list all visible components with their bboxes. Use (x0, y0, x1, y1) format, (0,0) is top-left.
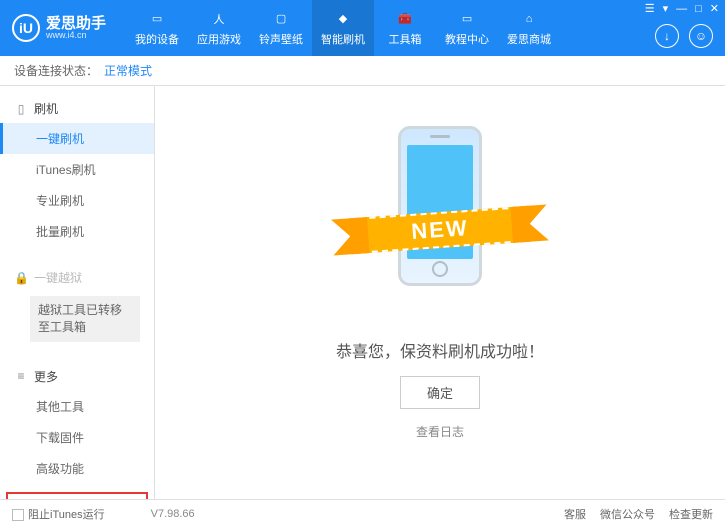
flash-icon: ◆ (334, 10, 352, 28)
apps-icon: 人 (210, 10, 228, 28)
checkbox-block-itunes[interactable]: 阻止iTunes运行 (12, 506, 105, 522)
success-message: 恭喜您，保资料刷机成功啦！ (336, 338, 544, 362)
footer-link-check-update[interactable]: 检查更新 (669, 506, 713, 522)
view-log-link[interactable]: 查看日志 (416, 423, 464, 440)
download-button[interactable]: ↓ (655, 24, 679, 48)
logo-icon: iU (12, 14, 40, 42)
status-bar: 设备连接状态： 正常模式 (0, 56, 725, 86)
app-name: 爱思助手 (46, 16, 106, 31)
sidebar-item-other-tools[interactable]: 其他工具 (0, 391, 154, 422)
profile-button[interactable]: ☺ (689, 24, 713, 48)
menu-icon[interactable]: ☰ (645, 2, 655, 15)
jailbreak-moved-notice[interactable]: 越狱工具已转移至工具箱 (30, 296, 140, 342)
new-ribbon: NEW (349, 206, 531, 254)
sidebar-group-jailbreak: 🔒 一键越狱 (0, 263, 154, 292)
sidebar-item-advanced[interactable]: 高级功能 (0, 453, 154, 484)
close-icon[interactable]: ✕ (710, 2, 719, 15)
book-icon: ▭ (458, 10, 476, 28)
app-site: www.i4.cn (46, 31, 106, 40)
window-controls: ☰ ▾ — □ ✕ (645, 2, 719, 15)
sidebar: ▯ 刷机 一键刷机 iTunes刷机 专业刷机 批量刷机 🔒 一键越狱 越狱工具… (0, 86, 155, 499)
nav-toolbox[interactable]: 🧰 工具箱 (374, 0, 436, 56)
maximize-icon[interactable]: □ (695, 3, 702, 15)
footer-link-support[interactable]: 客服 (564, 506, 586, 522)
version-label: V7.98.66 (151, 508, 195, 520)
nav-smart-flash[interactable]: ◆ 智能刷机 (312, 0, 374, 56)
store-icon: ⌂ (520, 10, 538, 28)
skin-icon[interactable]: ▾ (663, 2, 669, 15)
sidebar-item-pro-flash[interactable]: 专业刷机 (0, 185, 154, 216)
header: iU 爱思助手 www.i4.cn ▭ 我的设备 人 应用游戏 ▢ 铃声壁纸 ◆… (0, 0, 725, 56)
nav-apps-games[interactable]: 人 应用游戏 (188, 0, 250, 56)
app-logo: iU 爱思助手 www.i4.cn (12, 14, 106, 42)
sidebar-item-batch-flash[interactable]: 批量刷机 (0, 216, 154, 247)
toolbox-icon: 🧰 (396, 10, 414, 28)
sidebar-group-more[interactable]: ≡ 更多 (0, 362, 154, 391)
sidebar-item-oneclick-flash[interactable]: 一键刷机 (0, 123, 154, 154)
status-label: 设备连接状态： (14, 62, 98, 79)
activation-options: 自动激活 跳过向导 (6, 492, 148, 499)
sidebar-group-flash[interactable]: ▯ 刷机 (0, 94, 154, 123)
footer-link-wechat[interactable]: 微信公众号 (600, 506, 655, 522)
status-mode: 正常模式 (104, 62, 152, 79)
footer: 阻止iTunes运行 V7.98.66 客服 微信公众号 检查更新 (0, 499, 725, 527)
lock-icon: 🔒 (14, 271, 28, 285)
nav-ringtone-wallpaper[interactable]: ▢ 铃声壁纸 (250, 0, 312, 56)
header-actions: ↓ ☺ (655, 24, 713, 48)
nav-store[interactable]: ⌂ 爱思商城 (498, 0, 560, 56)
flash-group-icon: ▯ (14, 102, 28, 116)
success-illustration: NEW (370, 116, 510, 316)
more-icon: ≡ (14, 369, 28, 383)
ok-button[interactable]: 确定 (400, 376, 480, 409)
nav-tutorials[interactable]: ▭ 教程中心 (436, 0, 498, 56)
top-nav: ▭ 我的设备 人 应用游戏 ▢ 铃声壁纸 ◆ 智能刷机 🧰 工具箱 ▭ 教程中心… (126, 0, 560, 56)
minimize-icon[interactable]: — (676, 3, 687, 15)
nav-my-device[interactable]: ▭ 我的设备 (126, 0, 188, 56)
sidebar-item-itunes-flash[interactable]: iTunes刷机 (0, 154, 154, 185)
main-panel: NEW 恭喜您，保资料刷机成功啦！ 确定 查看日志 (155, 86, 725, 499)
phone-icon: ▭ (148, 10, 166, 28)
sidebar-item-download-firmware[interactable]: 下载固件 (0, 422, 154, 453)
wallpaper-icon: ▢ (272, 10, 290, 28)
